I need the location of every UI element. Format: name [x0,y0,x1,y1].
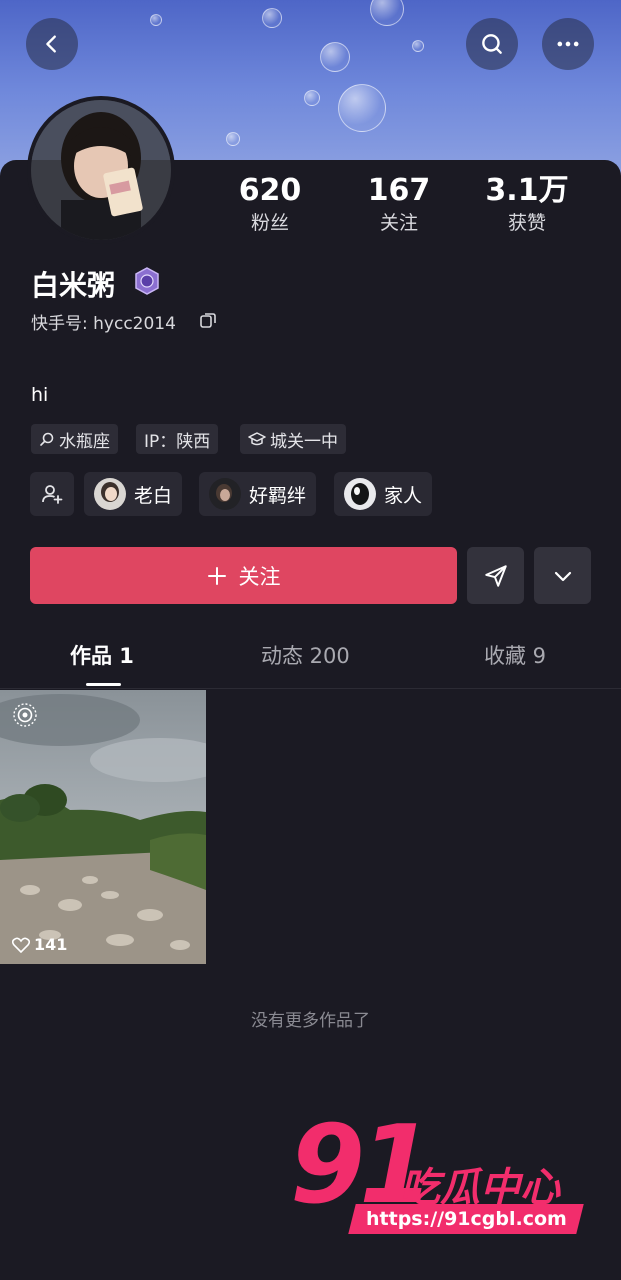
stat-label: 粉丝 [250,212,289,234]
profile-bio: hi [31,384,49,406]
add-relation-button[interactable] [30,472,74,516]
message-button[interactable] [467,547,524,604]
follow-label: 关注 [238,564,281,589]
search-icon [482,34,502,54]
expand-button[interactable] [534,547,591,604]
stat-number: 3.1万 [485,173,569,208]
work-photo [0,690,206,964]
stat-label: 获赞 [507,212,546,234]
kuaishou-id: 快手号: hycc2014 [31,314,176,334]
level-badge-icon[interactable] [133,267,161,295]
likes-count: 141 [12,935,67,954]
tab-indicator [86,683,121,686]
stat-following[interactable]: 167 关注 [339,172,459,236]
tab-works[interactable]: 作品 1 [70,640,134,670]
search-small-icon [40,432,54,446]
relation-chip[interactable]: 家人 [334,472,433,516]
tag-constellation[interactable]: 水瓶座 [31,424,118,454]
relation-avatar [209,478,241,510]
relation-label: 家人 [384,484,423,507]
stat-likes[interactable]: 3.1万 获赞 [467,172,587,236]
no-more-works-text: 没有更多作品了 [251,1011,370,1031]
watermark-url-text: https://91cgbl.com [365,1208,567,1230]
tag-ip-location: IP：陕西 [136,424,219,454]
stat-number: 620 [238,173,302,208]
work-thumbnail[interactable]: 141 [0,690,206,964]
relation-avatar [344,478,376,510]
tag-label: IP：陕西 [144,431,211,452]
stat-number: 167 [367,173,431,208]
relation-label: 好羁绊 [249,484,307,507]
more-horizontal-icon [557,41,579,47]
relation-chip[interactable]: 好羁绊 [199,472,317,516]
relation-label: 老白 [134,484,173,507]
plus-icon [207,566,226,585]
divider [0,688,621,689]
chevron-left-icon [46,35,56,53]
stat-label: 关注 [379,212,418,234]
watermark-url: https://91cgbl.com [348,1204,584,1234]
live-photo-icon [13,703,37,727]
stat-fans[interactable]: 620 粉丝 [210,172,330,236]
heart-icon [12,937,30,953]
relation-chip[interactable]: 老白 [84,472,183,516]
add-person-icon [42,485,63,504]
graduation-cap-icon [248,432,266,446]
likes-value: 141 [34,935,68,954]
tab-favorites[interactable]: 收藏 9 [484,640,546,670]
tag-school[interactable]: 城关一中 [240,424,346,454]
avatar-photo [31,100,171,240]
search-button[interactable] [466,18,518,70]
profile-name: 白米粥 [31,269,116,302]
avatar[interactable] [27,96,175,244]
back-button[interactable] [26,18,78,70]
chevron-down-icon [554,571,571,581]
tag-label: 城关一中 [270,431,338,452]
tag-label: 水瓶座 [59,431,110,452]
relation-avatar [94,478,126,510]
more-button[interactable] [542,18,594,70]
copy-icon[interactable] [199,311,217,329]
send-icon [484,564,507,587]
follow-button[interactable]: 关注 [30,547,457,604]
tab-moments[interactable]: 动态 200 [261,640,350,670]
